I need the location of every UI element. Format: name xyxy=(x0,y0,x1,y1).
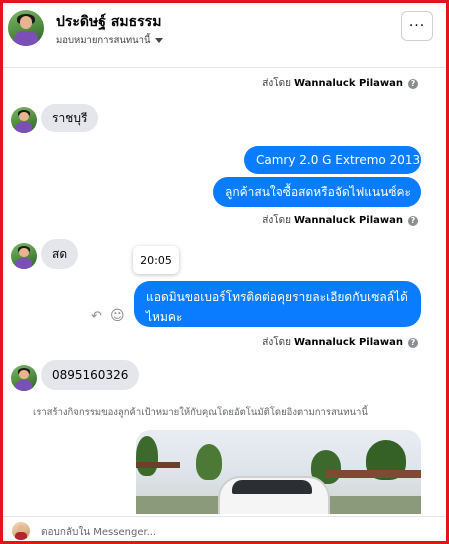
conversation-header: ประดิษฐ์ สมธรรม มอบหมายการสนทนานี้ ··· xyxy=(3,3,446,68)
reply-bar: ตอบกลับใน Messenger... xyxy=(3,516,446,541)
caret-down-icon xyxy=(154,38,163,43)
outgoing-message: แอดมินขอเบอร์โทรติดต่อคุยรายละเอียดกับเซ… xyxy=(134,281,421,327)
incoming-message: 0895160326 xyxy=(41,360,140,390)
info-icon[interactable]: ? xyxy=(408,215,418,226)
sent-by-name: Wannaluck Pilawan xyxy=(293,78,403,89)
contact-avatar-small xyxy=(11,243,37,269)
message-text: สด xyxy=(52,246,68,261)
messenger-panel: ประดิษฐ์ สมธรรม มอบหมายการสนทนานี้ ··· ส… xyxy=(0,0,449,544)
reply-icon[interactable]: ↶ xyxy=(91,309,102,324)
sent-by-prefix: ส่งโดย xyxy=(262,337,291,348)
incoming-message: สด xyxy=(41,239,79,269)
emoji-icon[interactable]: ☺ xyxy=(110,308,125,324)
sent-by-name: Wannaluck Pilawan xyxy=(293,215,403,226)
contact-avatar-small xyxy=(11,107,37,133)
sent-by-line: ส่งโดย Wannaluck Pilawan ? xyxy=(262,76,418,91)
page-avatar xyxy=(12,522,30,540)
sent-by-line: ส่งโดย Wannaluck Pilawan ? xyxy=(262,213,418,228)
assign-conversation-dropdown[interactable]: มอบหมายการสนทนานี้ xyxy=(56,33,163,48)
message-text: Camry 2.0 G Extremo 2013 xyxy=(256,153,421,167)
sent-by-name: Wannaluck Pilawan xyxy=(293,337,403,348)
sent-by-prefix: ส่งโดย xyxy=(262,215,291,226)
system-note: เราสร้างกิจกรรมของลูกค้าเป้าหมายให้กับคุ… xyxy=(33,407,368,418)
message-text: ราชบุรี xyxy=(52,110,88,125)
more-icon: ··· xyxy=(408,18,426,34)
message-text: แอดมินขอเบอร์โทรติดต่อคุยรายละเอียดกับเซ… xyxy=(146,290,408,324)
car-photo[interactable] xyxy=(136,430,421,514)
timestamp-tooltip: 20:05 xyxy=(133,246,179,274)
sent-by-prefix: ส่งโดย xyxy=(262,78,291,89)
info-icon[interactable]: ? xyxy=(408,78,418,89)
timestamp-text: 20:05 xyxy=(140,253,172,267)
outgoing-message: Camry 2.0 G Extremo 2013 xyxy=(244,146,421,174)
info-icon[interactable]: ? xyxy=(408,337,418,348)
message-text: 0895160326 xyxy=(52,368,129,382)
reply-input[interactable]: ตอบกลับใน Messenger... xyxy=(41,525,156,540)
message-text: ลูกค้าสนใจซื้อสดหรือจัดไฟแนนซ์คะ xyxy=(225,184,411,199)
contact-avatar-small xyxy=(11,365,37,391)
assign-conversation-label: มอบหมายการสนทนานี้ xyxy=(56,35,151,46)
contact-avatar[interactable] xyxy=(8,10,44,46)
outgoing-message: ลูกค้าสนใจซื้อสดหรือจัดไฟแนนซ์คะ xyxy=(213,177,421,207)
sent-by-line: ส่งโดย Wannaluck Pilawan ? xyxy=(262,335,418,350)
more-options-button[interactable]: ··· xyxy=(401,11,433,41)
contact-name[interactable]: ประดิษฐ์ สมธรรม xyxy=(56,11,161,33)
incoming-message: ราชบุรี xyxy=(41,104,99,132)
